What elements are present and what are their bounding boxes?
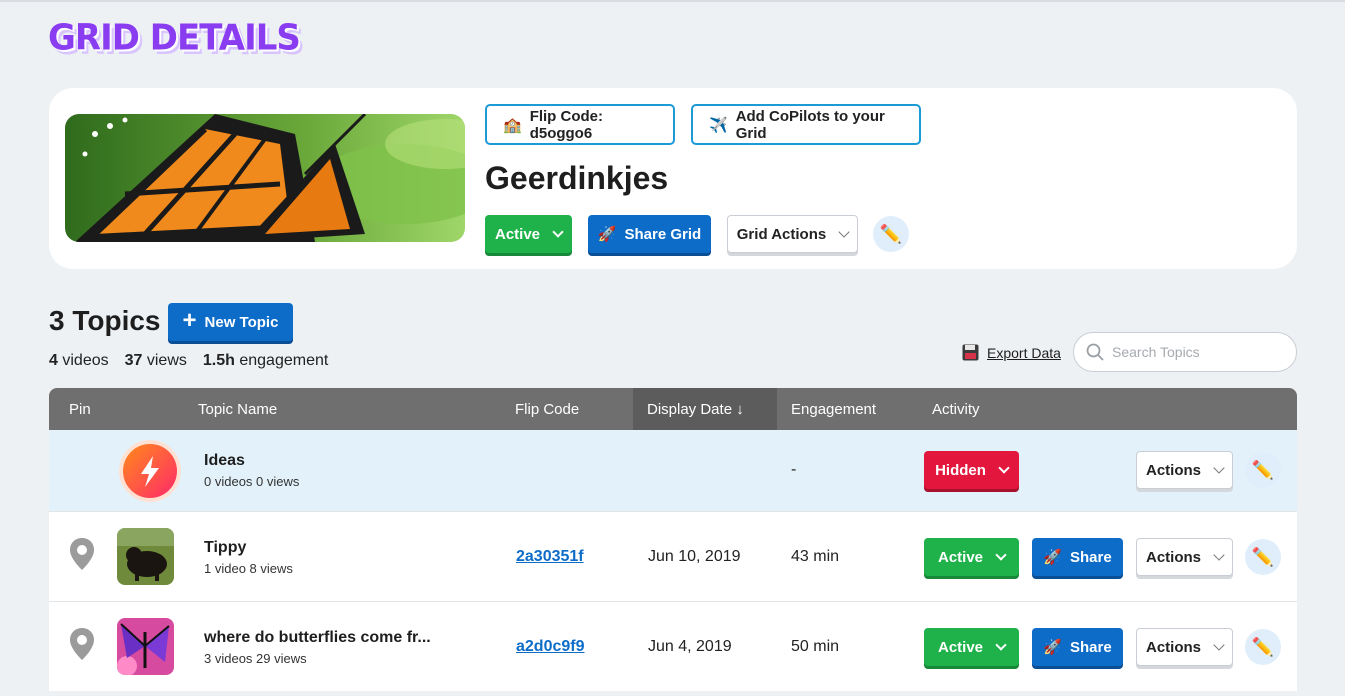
table-row[interactable]: Ideas 0 videos 0 views - Hidden Actions … — [49, 430, 1297, 511]
topics-table: Pin Topic Name Flip Code Display Date ↓ … — [49, 388, 1297, 691]
topic-thumbnail — [117, 528, 174, 585]
topic-name[interactable]: Ideas — [204, 452, 245, 470]
add-copilots-button[interactable]: ✈️ Add CoPilots to your Grid — [691, 104, 921, 145]
search-icon — [1086, 343, 1104, 361]
grid-cover-image[interactable] — [65, 114, 465, 242]
stat-views: 37 views — [124, 352, 187, 369]
engagement-value: - — [791, 461, 797, 478]
purple-butterfly-image — [117, 618, 174, 675]
school-icon: 🏫 — [503, 116, 522, 134]
airplane-icon: ✈️ — [709, 116, 728, 134]
table-row[interactable]: Tippy 1 video 8 views 2a30351f Jun 10, 2… — [49, 511, 1297, 601]
rocket-icon: 🚀 — [1043, 549, 1062, 566]
topic-actions-dropdown[interactable]: Actions — [1136, 538, 1233, 576]
column-activity[interactable]: Activity — [932, 388, 980, 430]
rocket-icon: 🚀 — [1043, 639, 1062, 656]
topic-meta: 3 videos 29 views — [204, 651, 307, 666]
topic-meta: 1 video 8 views — [204, 561, 293, 576]
chevron-down-icon — [998, 462, 1010, 474]
column-pin[interactable]: Pin — [69, 388, 91, 430]
top-divider — [0, 0, 1345, 2]
grid-status-dropdown[interactable]: Active — [485, 215, 572, 253]
search-topics-input[interactable] — [1112, 344, 1282, 360]
grid-name: Geerdinkjes — [485, 160, 669, 196]
export-data-link[interactable]: Export Data — [962, 344, 1061, 361]
page-title: GRID DETAILS — [48, 17, 301, 59]
edit-grid-button[interactable]: ✏️ — [873, 216, 909, 252]
engagement-value: 43 min — [791, 548, 840, 565]
column-display-date[interactable]: Display Date ↓ — [633, 388, 777, 430]
edit-topic-button[interactable]: ✏️ — [1245, 629, 1281, 665]
pencil-icon: ✏️ — [1251, 636, 1275, 657]
topic-status-dropdown[interactable]: Hidden — [924, 451, 1019, 489]
edit-topic-button[interactable]: ✏️ — [1245, 539, 1281, 575]
chevron-down-icon — [1213, 462, 1225, 474]
column-topic-name[interactable]: Topic Name — [198, 388, 277, 430]
topic-name[interactable]: where do butterflies come fr... — [204, 629, 431, 647]
pencil-icon: ✏️ — [1251, 546, 1275, 567]
chevron-down-icon — [838, 226, 850, 238]
edit-topic-button[interactable]: ✏️ — [1245, 452, 1281, 488]
topic-name[interactable]: Tippy — [204, 539, 246, 557]
grid-card: 🏫 Flip Code: d5oggo6 ✈️ Add CoPilots to … — [49, 88, 1297, 269]
topic-actions-dropdown[interactable]: Actions — [1136, 451, 1233, 489]
share-topic-button[interactable]: 🚀 Share — [1032, 538, 1123, 576]
flip-code-button[interactable]: 🏫 Flip Code: d5oggo6 — [485, 104, 675, 145]
share-topic-button[interactable]: 🚀 Share — [1032, 628, 1123, 666]
table-header: Pin Topic Name Flip Code Display Date ↓ … — [49, 388, 1297, 430]
column-flip-code[interactable]: Flip Code — [515, 388, 579, 430]
display-date: Jun 10, 2019 — [648, 548, 741, 565]
topic-actions-dropdown[interactable]: Actions — [1136, 628, 1233, 666]
lightning-icon — [123, 444, 177, 498]
chevron-down-icon — [1213, 549, 1225, 561]
table-row[interactable]: where do butterflies come fr... 3 videos… — [49, 601, 1297, 691]
search-topics-field[interactable] — [1073, 332, 1297, 372]
dog-image — [117, 528, 174, 585]
pin-icon[interactable] — [69, 627, 95, 661]
column-engagement[interactable]: Engagement — [791, 388, 876, 430]
topic-status-dropdown[interactable]: Active — [924, 538, 1019, 576]
topic-thumbnail — [119, 440, 181, 502]
floppy-disk-icon — [962, 344, 979, 361]
pencil-icon: ✏️ — [1251, 459, 1275, 480]
new-topic-button[interactable]: + New Topic — [168, 303, 293, 341]
pin-icon[interactable] — [69, 537, 95, 571]
chevron-down-icon — [552, 226, 564, 238]
chevron-down-icon — [995, 639, 1007, 651]
stat-videos: 4 videos — [49, 352, 109, 369]
rocket-icon: 🚀 — [597, 226, 617, 243]
topic-status-dropdown[interactable]: Active — [924, 628, 1019, 666]
plus-icon: + — [182, 307, 197, 334]
grid-actions-dropdown[interactable]: Grid Actions — [727, 215, 858, 253]
engagement-value: 50 min — [791, 638, 840, 655]
grid-stats: 4 videos 37 views 1.5h engagement — [49, 352, 328, 370]
chevron-down-icon — [1213, 639, 1225, 651]
topic-meta: 0 videos 0 views — [204, 474, 300, 489]
display-date: Jun 4, 2019 — [648, 638, 732, 655]
chevron-down-icon — [995, 549, 1007, 561]
butterfly-image — [65, 114, 465, 242]
flip-code-link[interactable]: a2d0c9f9 — [516, 638, 585, 656]
pencil-icon: ✏️ — [879, 223, 903, 244]
stat-engagement: 1.5h engagement — [202, 352, 329, 369]
topics-count-title: 3 Topics — [49, 305, 161, 336]
share-grid-button[interactable]: 🚀 Share Grid — [588, 215, 711, 253]
flip-code-link[interactable]: 2a30351f — [516, 548, 584, 566]
topic-thumbnail — [117, 618, 174, 675]
